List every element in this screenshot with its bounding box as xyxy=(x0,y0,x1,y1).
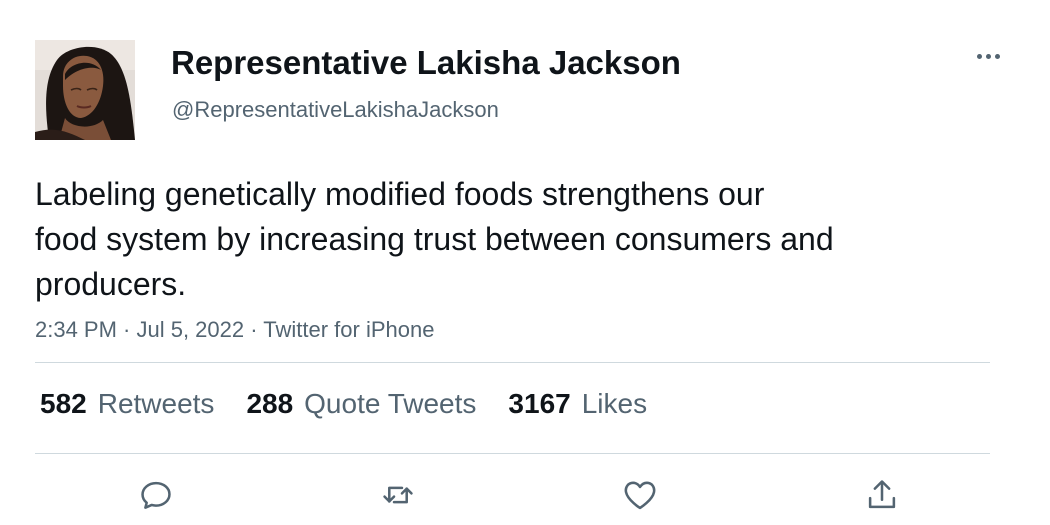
tweet-text-line: producers. xyxy=(35,266,187,302)
tweet-timestamp-source[interactable]: 2:34 PM · Jul 5, 2022 · Twitter for iPho… xyxy=(35,315,434,345)
quote-tweets-count: 288 xyxy=(246,388,294,419)
quote-tweets-stat[interactable]: 288 Quote Tweets xyxy=(246,386,476,422)
avatar-photo xyxy=(35,40,135,140)
retweets-label: Retweets xyxy=(97,388,215,419)
likes-stat[interactable]: 3167 Likes xyxy=(508,386,647,422)
share-icon xyxy=(868,480,896,509)
retweet-icon xyxy=(383,486,413,504)
divider xyxy=(35,362,990,363)
reply-icon xyxy=(141,481,171,509)
tweet-stats: 582 Retweets 288 Quote Tweets 3167 Likes xyxy=(40,386,679,422)
retweet-button[interactable] xyxy=(378,475,418,515)
likes-count: 3167 xyxy=(508,388,571,419)
tweet-text: Labeling genetically modified foods stre… xyxy=(35,172,995,307)
heart-icon xyxy=(624,481,656,510)
more-horizontal-icon xyxy=(975,53,1002,59)
tweet-text-line: food system by increasing trust between … xyxy=(35,221,834,257)
quote-tweets-label: Quote Tweets xyxy=(304,388,477,419)
share-button[interactable] xyxy=(862,475,902,515)
tweet-text-line: Labeling genetically modified foods stre… xyxy=(35,176,765,212)
author-handle[interactable]: @RepresentativeLakishaJackson xyxy=(172,96,499,124)
likes-label: Likes xyxy=(581,388,648,419)
like-button[interactable] xyxy=(620,475,660,515)
retweets-count: 582 xyxy=(40,388,87,419)
divider xyxy=(35,453,990,454)
retweets-stat[interactable]: 582 Retweets xyxy=(40,386,214,422)
author-display-name[interactable]: Representative Lakisha Jackson xyxy=(171,43,681,83)
avatar[interactable] xyxy=(35,40,135,140)
more-options-button[interactable] xyxy=(968,42,1008,70)
reply-button[interactable] xyxy=(136,475,176,515)
tweet-card: Representative Lakisha Jackson @Represen… xyxy=(0,0,1050,525)
